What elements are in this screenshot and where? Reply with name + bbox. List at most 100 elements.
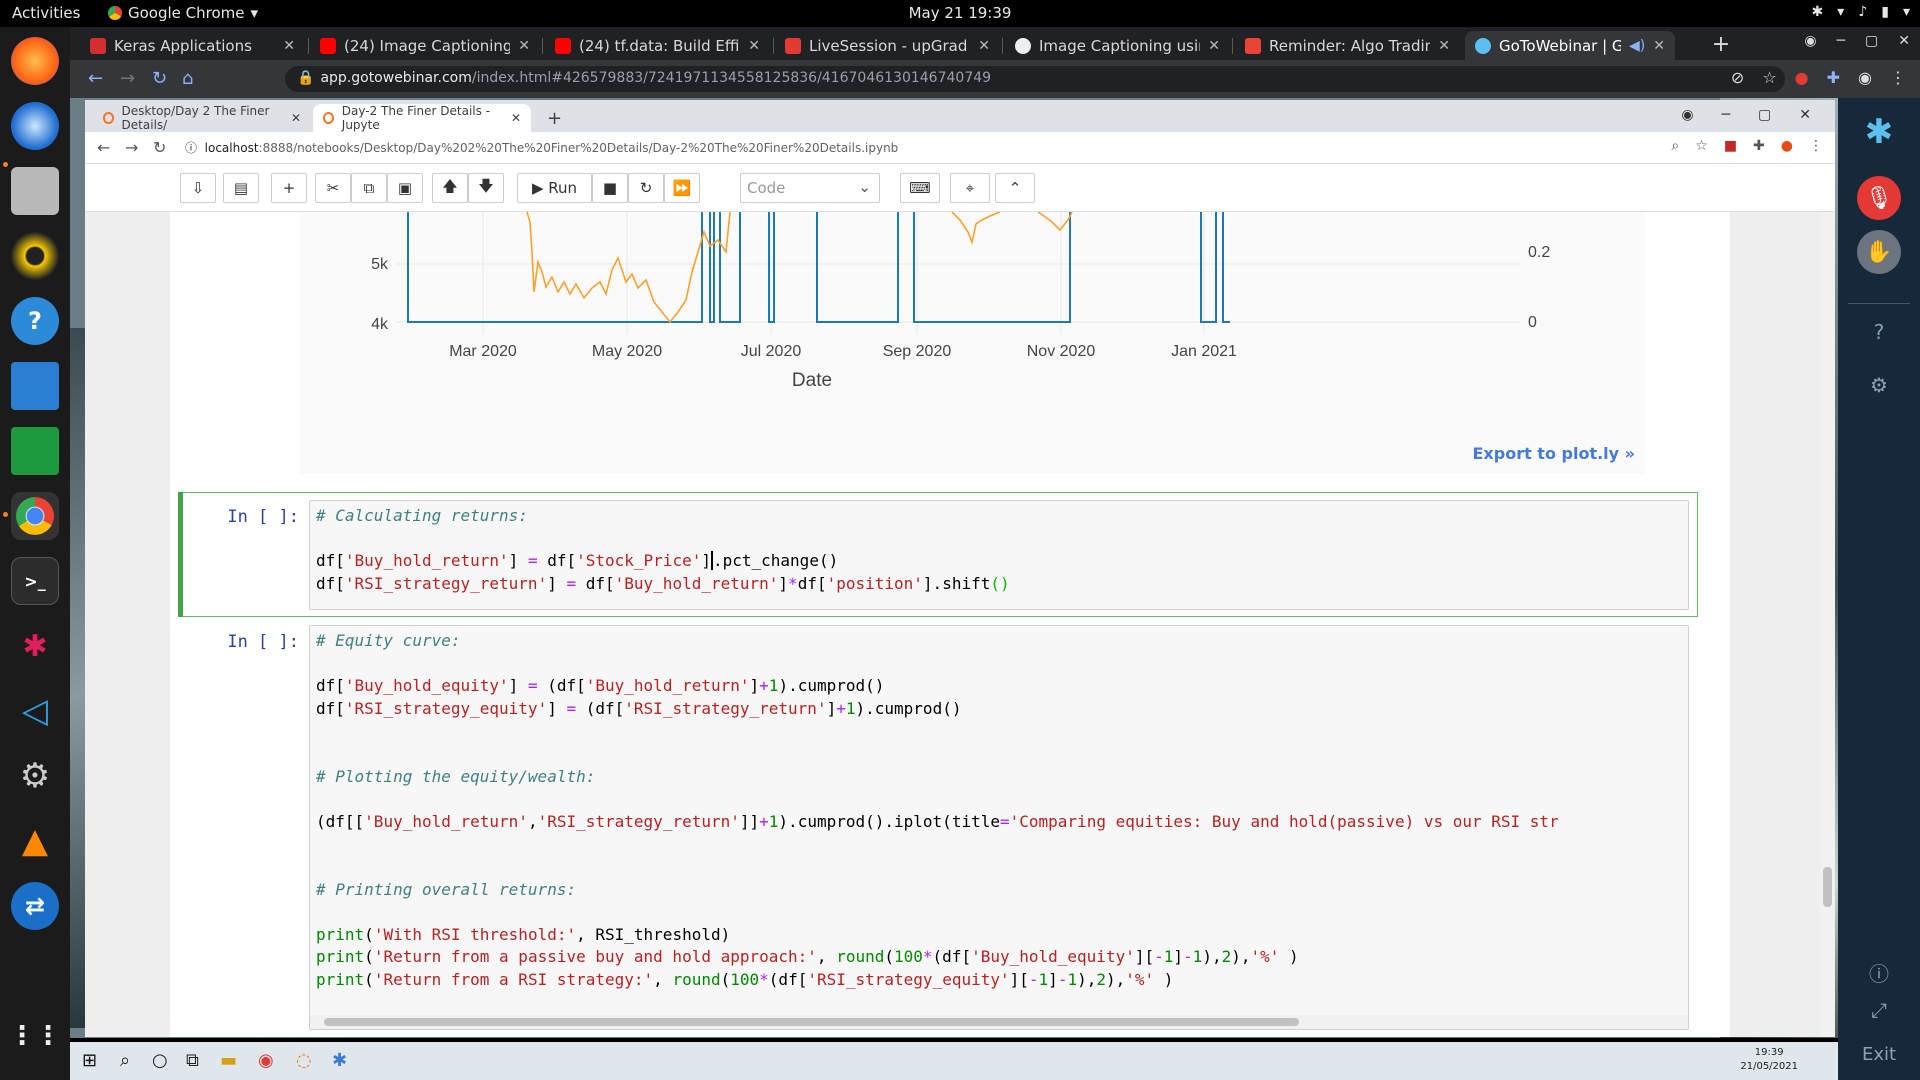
close-icon[interactable]: ✕ [1898, 33, 1910, 49]
cell-type-select[interactable]: Code ⌄ [740, 173, 880, 203]
extension-icon[interactable]: ● [1795, 68, 1809, 87]
close-icon[interactable]: ✕ [283, 38, 295, 54]
settings-icon[interactable]: ⚙ [11, 752, 59, 800]
forward-icon[interactable]: → [120, 68, 135, 89]
avatar[interactable]: ◉ [1858, 68, 1872, 87]
slack-icon[interactable]: ✱ [11, 622, 59, 670]
battery-icon[interactable]: ▮ [1881, 4, 1889, 20]
close-icon[interactable]: ✕ [1653, 38, 1665, 54]
raise-hand-icon[interactable]: ✋ [1857, 230, 1901, 274]
chrome-icon[interactable] [11, 492, 59, 540]
restart-icon[interactable]: ↻ [628, 173, 664, 203]
close-icon[interactable]: ✕ [1208, 38, 1220, 54]
code-cell[interactable]: In [ ]: # Equity curve: df['Buy_hold_equ… [178, 617, 1698, 1037]
disk-icon[interactable]: ▤ [223, 173, 259, 203]
code-line[interactable]: df['Buy_hold_return'] = df['Stock_Price'… [310, 550, 1688, 573]
vertical-scrollbar[interactable] [1820, 212, 1835, 1037]
back-icon[interactable]: ← [97, 138, 110, 157]
horizontal-scrollbar[interactable] [310, 1015, 1688, 1029]
code-line[interactable]: # Printing overall returns: [310, 879, 1688, 902]
outer-tab-active[interactable]: GoToWebinar | GoTo ◀) ✕ [1465, 31, 1675, 60]
outer-tab[interactable]: LiveSession - upGrad ✕ [775, 31, 1000, 60]
search-icon[interactable]: ⌕ [120, 1050, 130, 1071]
close-icon[interactable]: ✕ [748, 38, 760, 54]
help-icon[interactable]: ? [11, 297, 59, 345]
avatar[interactable]: ● [1781, 138, 1793, 154]
cut-icon[interactable]: ✂ [315, 173, 351, 203]
minimize-icon[interactable]: ─ [1837, 33, 1845, 49]
teamviewer-icon[interactable]: ⇄ [11, 882, 59, 930]
tab-search-icon[interactable]: ◉ [1681, 107, 1693, 123]
slack-tray-icon[interactable]: ✱ [1812, 4, 1824, 20]
close-icon[interactable]: ✕ [1438, 38, 1450, 54]
settings-icon[interactable]: ⚙ [1838, 373, 1920, 397]
vlc-icon[interactable]: ▲ [11, 817, 59, 865]
reload-icon[interactable]: ↻ [152, 68, 167, 89]
code-line[interactable] [310, 743, 1688, 766]
thunderbird-icon[interactable] [11, 102, 59, 150]
file-explorer-icon[interactable]: ▬ [220, 1050, 237, 1071]
firefox-icon[interactable] [11, 37, 59, 85]
code-line[interactable]: # Equity curve: [310, 630, 1688, 653]
outer-tab[interactable]: Keras Applications ✕ [80, 31, 305, 60]
puzzle-icon[interactable]: ✚ [1827, 68, 1840, 87]
paste-icon[interactable]: ▣ [387, 173, 423, 203]
outer-tab[interactable]: Reminder: Algo Trading ✕ [1235, 31, 1460, 60]
move-down-icon[interactable]: 🡇 [468, 173, 504, 203]
taskbar-clock[interactable]: 19:39 21/05/2021 [1740, 1046, 1798, 1074]
fullscreen-icon[interactable]: ⤢ [1838, 998, 1920, 1022]
libreoffice-writer-icon[interactable] [11, 362, 59, 410]
plotly-chart[interactable]: 5k 4k 0.2 0 Mar 2020 May 2020 Jul 2020 Sep 2020… [300, 212, 1645, 474]
rhythmbox-icon[interactable] [11, 232, 59, 280]
copy-icon[interactable]: ⧉ [351, 173, 387, 203]
code-line[interactable] [310, 833, 1688, 856]
forward-icon[interactable]: → [125, 138, 138, 157]
activities-button[interactable]: Activities [12, 4, 80, 22]
windows-start-icon[interactable]: ⊞ [82, 1050, 97, 1071]
export-to-plotly-link[interactable]: Export to plot.ly » [1473, 444, 1636, 463]
code-line[interactable] [310, 720, 1688, 743]
bookmark-star-icon[interactable]: ☆ [1762, 68, 1776, 87]
code-line[interactable]: (df[['Buy_hold_return','RSI_strategy_ret… [310, 811, 1688, 834]
code-line[interactable]: # Calculating returns: [310, 505, 1688, 528]
code-line[interactable] [310, 901, 1688, 924]
code-line[interactable]: print('Return from a RSI strategy:', rou… [310, 969, 1688, 992]
outer-tab[interactable]: Image Captioning using ✕ [1005, 31, 1230, 60]
code-line[interactable]: df['Buy_hold_equity'] = (df['Buy_hold_re… [310, 675, 1688, 698]
wifi-icon[interactable]: ▾ [1837, 4, 1844, 20]
cortana-icon[interactable]: ○ [152, 1050, 168, 1071]
zoom-icon[interactable]: ⌕ [1671, 138, 1679, 154]
keyboard-icon[interactable]: ⌨ [900, 173, 940, 203]
notifications-off-icon[interactable]: ⊘ [1731, 68, 1744, 87]
new-tab-button[interactable]: + [1707, 34, 1735, 56]
audio-icon[interactable]: ◀) [1629, 38, 1645, 54]
inner-tab[interactable]: Desktop/Day 2 The Finer Details/ ✕ [93, 104, 311, 132]
maximize-icon[interactable]: ▢ [1865, 33, 1878, 49]
code-editor[interactable]: # Calculating returns: df['Buy_hold_retu… [309, 500, 1689, 610]
info-icon[interactable]: ⓘ [1838, 958, 1920, 987]
code-cell[interactable]: In [ ]: # Calculating returns: df['Buy_h… [178, 492, 1698, 617]
bookmark-star-icon[interactable]: ☆ [1695, 138, 1708, 154]
inner-url-field[interactable]: ⓘ localhost:8888/notebooks/Desktop/Day%2… [185, 139, 898, 156]
minimize-icon[interactable]: ─ [1722, 107, 1730, 123]
system-tray[interactable]: ✱ ▾ ♪ ▮ ▾ [1812, 4, 1910, 20]
close-icon[interactable]: ✕ [511, 111, 521, 125]
back-icon[interactable]: ← [88, 68, 103, 89]
gotowebinar-taskbar-icon[interactable]: ✱ [332, 1050, 347, 1071]
outer-url-field[interactable]: 🔒 app.gotowebinar.com/index.html#42657988… [285, 66, 1785, 92]
task-view-icon[interactable]: ⧉ [186, 1050, 199, 1071]
clock[interactable]: May 21 19:39 [909, 4, 1012, 22]
code-line[interactable] [310, 653, 1688, 676]
libreoffice-calc-icon[interactable] [11, 427, 59, 475]
code-line[interactable]: print('Return from a passive buy and hol… [310, 946, 1688, 969]
exit-button[interactable]: Exit [1838, 1044, 1920, 1065]
chrome-taskbar-icon[interactable]: ◉ [258, 1050, 274, 1071]
code-line[interactable]: # Plotting the equity/wealth: [310, 766, 1688, 789]
vscode-icon[interactable]: ◁ [11, 687, 59, 735]
code-line[interactable] [310, 528, 1688, 551]
outer-tab[interactable]: (24) Image Captioning u ✕ [310, 31, 540, 60]
power-menu-icon[interactable]: ▾ [1903, 4, 1910, 20]
pdf-icon[interactable]: ■ [1724, 138, 1737, 154]
insert-cell-icon[interactable]: + [271, 173, 307, 203]
show-applications-icon[interactable]: ⋮⋮ [9, 1012, 61, 1060]
